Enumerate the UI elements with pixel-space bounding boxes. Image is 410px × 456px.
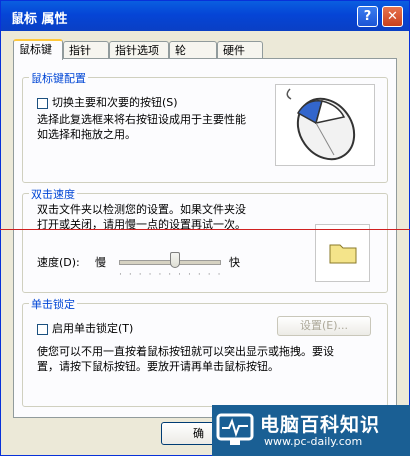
click-lock-description-line: 置，请按下鼠标按钮。要放开请再单击鼠标按钮。 — [37, 360, 279, 373]
double-click-title: 双击速度 — [29, 186, 77, 202]
click-lock-description: 使您可以不用一直按着鼠标按钮就可以突出显示或拖拽。要设 置，请按下鼠标按钮。要放… — [37, 344, 334, 374]
tab-wheel[interactable]: 轮 — [169, 41, 217, 59]
mouse-icon — [286, 88, 356, 161]
click-lock-settings-button[interactable]: 设置(E)... — [277, 316, 371, 336]
button-config-group: 鼠标键配置 切换主要和次要的按钮(S) 选择此复选框来将右按钮设成用于主要性能 … — [22, 70, 388, 183]
checkbox-box[interactable] — [37, 323, 48, 335]
tab-panel: 鼠标键配置 切换主要和次要的按钮(S) 选择此复选框来将右按钮设成用于主要性能 … — [13, 58, 397, 418]
double-click-description-line: 双击文件夹以检测您的设置。如果文件夹没 — [37, 203, 246, 216]
monitor-logo-icon — [216, 413, 254, 445]
help-button[interactable]: ? — [357, 6, 378, 27]
button-config-title: 鼠标键配置 — [29, 70, 88, 86]
speed-slider-thumb[interactable] — [170, 252, 181, 268]
red-guide-line — [0, 229, 410, 230]
click-lock-description-line: 使您可以不用一直按着鼠标按钮就可以突出显示或拖拽。要设 — [37, 345, 334, 358]
speed-label: 速度(D): — [37, 256, 80, 269]
mouse-illustration — [275, 84, 375, 166]
swap-buttons-label: 切换主要和次要的按钮(S) — [52, 96, 178, 109]
tab-hardware[interactable]: 硬件 — [217, 41, 263, 59]
close-button[interactable]: ✕ — [382, 6, 403, 27]
swap-description: 选择此复选框来将右按钮设成用于主要性能 如选择和拖放之用。 — [37, 112, 246, 142]
tab-pointer-options[interactable]: 指针选项 — [109, 41, 169, 59]
swap-description-line: 选择此复选框来将右按钮设成用于主要性能 — [37, 113, 246, 126]
watermark-banner: 电脑百科知识 www.pc-daily.com — [212, 405, 410, 456]
tab-buttons[interactable]: 鼠标键 — [13, 39, 63, 60]
swap-buttons-checkbox[interactable]: 切换主要和次要的按钮(S) — [37, 94, 178, 110]
checkbox-box[interactable] — [37, 97, 48, 109]
click-lock-label: 启用单击锁定(T) — [52, 322, 134, 335]
double-click-description: 双击文件夹以检测您的设置。如果文件夹没 打开或关闭，请用慢一点的设置再试一次。 — [37, 202, 246, 232]
click-lock-group: 单击锁定 启用单击锁定(T) 设置(E)... 使您可以不用一直按着鼠标按钮就可… — [22, 296, 388, 407]
click-lock-checkbox[interactable]: 启用单击锁定(T) — [37, 320, 133, 336]
tab-pointers[interactable]: 指针 — [63, 41, 109, 59]
watermark-url: www.pc-daily.com — [264, 435, 363, 448]
speed-slow-label: 慢 — [95, 256, 106, 269]
swap-description-line: 如选择和拖放之用。 — [37, 128, 136, 141]
title-bar[interactable]: 鼠标 属性 ? ✕ — [1, 1, 409, 31]
test-folder-area[interactable] — [315, 224, 370, 282]
speed-fast-label: 快 — [229, 256, 240, 269]
watermark-title: 电脑百科知识 — [260, 414, 381, 436]
speed-slider-ticks: ··········· — [119, 270, 228, 280]
click-lock-title: 单击锁定 — [29, 296, 77, 312]
double-click-group: 双击速度 双击文件夹以检测您的设置。如果文件夹没 打开或关闭，请用慢一点的设置再… — [22, 186, 388, 293]
window-title: 鼠标 属性 — [11, 12, 68, 27]
folder-icon[interactable] — [316, 225, 369, 281]
mouse-properties-window: 鼠标 属性 ? ✕ 鼠标键 指针 指针选项 轮 硬件 鼠标键配置 切换主要和次要… — [0, 0, 410, 456]
